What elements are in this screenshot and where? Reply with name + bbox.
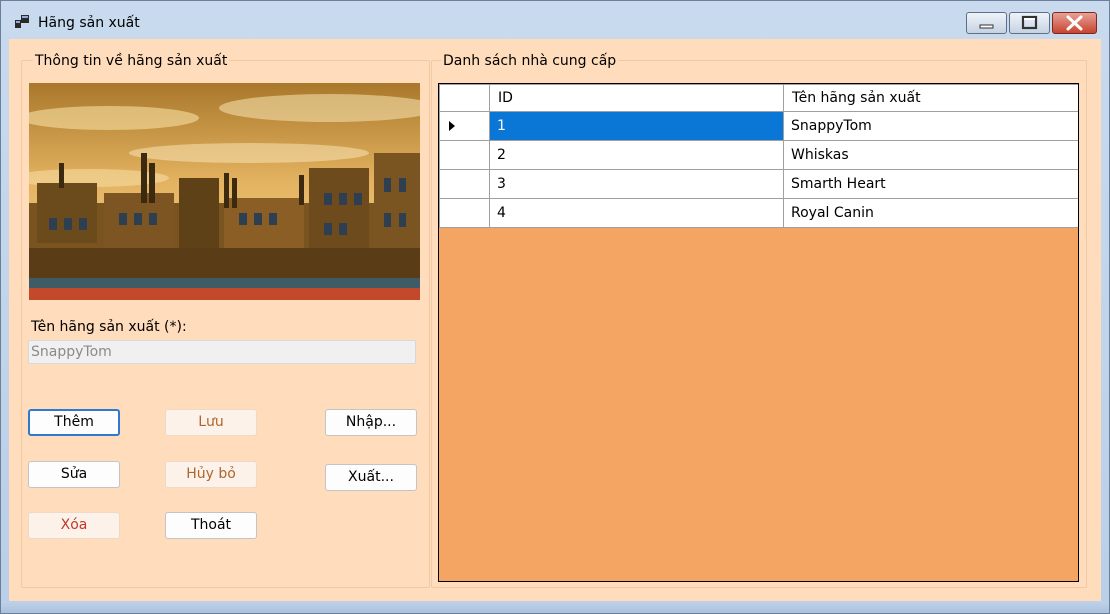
close-icon [1066, 15, 1083, 31]
current-row-arrow-icon [449, 121, 455, 131]
row-header[interactable] [439, 198, 490, 228]
minimize-button[interactable] [966, 12, 1007, 34]
cell-name[interactable]: SnappyTom [783, 111, 1078, 141]
manufacturer-data-grid[interactable]: ID Tên hãng sản xuất 1 SnappyTom 2 Whisk… [438, 83, 1079, 582]
cell-name[interactable]: Smarth Heart [783, 169, 1078, 199]
app-window: Hãng sản xuất Thông tin về hãng sản xuất [0, 0, 1110, 614]
grid-corner-header[interactable] [439, 84, 490, 112]
supplier-list-group-title: Danh sách nhà cung cấp [441, 53, 619, 69]
table-row[interactable]: 4 Royal Canin [439, 198, 1078, 228]
manufacturer-name-input[interactable]: SnappyTom [28, 340, 416, 364]
cell-name[interactable]: Royal Canin [783, 198, 1078, 228]
form-client-area: Thông tin về hãng sản xuất Tên hãng sản … [9, 39, 1101, 601]
factory-pixel-art-image [29, 83, 420, 300]
cell-id[interactable]: 2 [489, 140, 784, 170]
maximize-button[interactable] [1009, 12, 1050, 34]
cell-id[interactable]: 1 [489, 111, 784, 141]
cell-id[interactable]: 4 [489, 198, 784, 228]
minimize-icon [979, 24, 994, 29]
row-header[interactable] [439, 111, 490, 141]
manufacturer-info-group-title: Thông tin về hãng sản xuất [33, 53, 230, 69]
table-row[interactable]: 3 Smarth Heart [439, 169, 1078, 199]
column-header-name[interactable]: Tên hãng sản xuất [783, 84, 1078, 112]
row-header[interactable] [439, 140, 490, 170]
save-button[interactable]: Lưu [165, 409, 257, 436]
import-button[interactable]: Nhập... [325, 409, 417, 436]
table-row[interactable]: 2 Whiskas [439, 140, 1078, 170]
title-bar[interactable]: Hãng sản xuất [1, 1, 1109, 37]
column-header-id[interactable]: ID [489, 84, 784, 112]
maximize-icon [1021, 15, 1038, 30]
cell-id[interactable]: 3 [489, 169, 784, 199]
export-button[interactable]: Xuất... [325, 464, 417, 491]
edit-button[interactable]: Sửa [28, 461, 120, 488]
manufacturer-name-label: Tên hãng sản xuất (*): [31, 319, 187, 335]
cell-name[interactable]: Whiskas [783, 140, 1078, 170]
grid-header-row: ID Tên hãng sản xuất [439, 84, 1078, 112]
window-title: Hãng sản xuất [38, 15, 140, 31]
window-bottom-border [1, 601, 1109, 613]
table-row[interactable]: 1 SnappyTom [439, 111, 1078, 141]
app-window-icon [15, 15, 29, 28]
row-header[interactable] [439, 169, 490, 199]
delete-button[interactable]: Xóa [28, 512, 120, 539]
exit-button[interactable]: Thoát [165, 512, 257, 539]
cancel-button[interactable]: Hủy bỏ [165, 461, 257, 488]
add-button[interactable]: Thêm [28, 409, 120, 436]
close-button[interactable] [1052, 12, 1097, 34]
